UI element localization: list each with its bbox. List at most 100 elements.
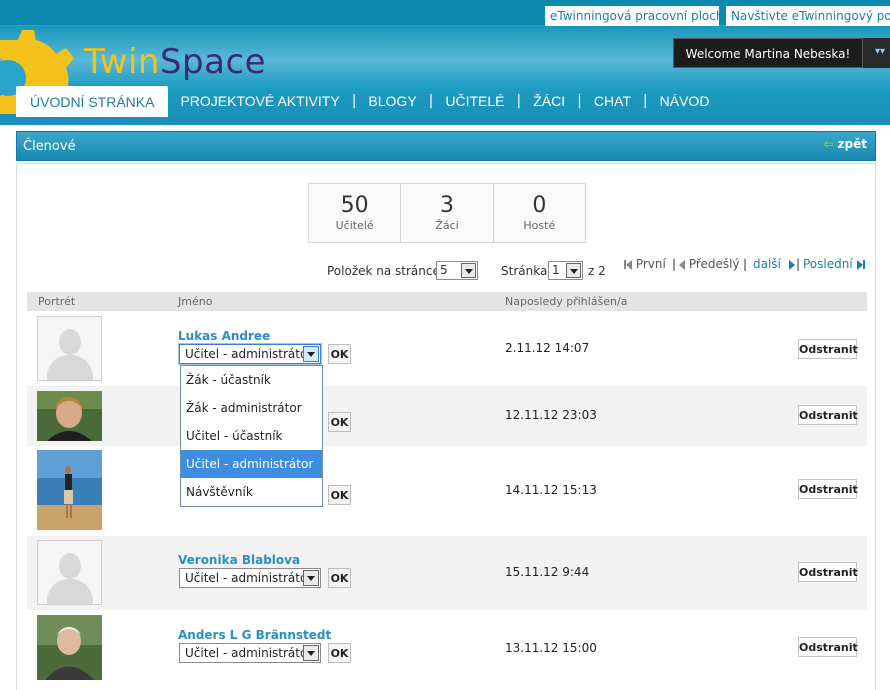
- panel-title: Členové: [23, 139, 76, 154]
- header: eTwinningová pracovní plocha Navštivte e…: [0, 0, 890, 125]
- stat-teachers-value: 50: [340, 193, 369, 218]
- per-page-value: 5: [440, 263, 448, 277]
- stat-guests-label: Hosté: [523, 219, 556, 232]
- col-name: Jméno: [178, 295, 213, 308]
- role-select[interactable]: Učitel - administrátor: [179, 643, 321, 663]
- table-row: Veronika Blablova Učitel - administrátor…: [27, 536, 867, 610]
- last-login: 12.11.12 23:03: [505, 408, 597, 422]
- per-page-label: Položek na stránce: [327, 264, 440, 278]
- remove-button[interactable]: Odstranit: [798, 562, 858, 582]
- beach-photo-icon: [37, 450, 102, 530]
- nav-blogs[interactable]: BLOGY: [356, 93, 428, 109]
- pager-next-label: další: [753, 257, 781, 271]
- pager-next[interactable]: další: [753, 257, 795, 271]
- chevron-down-icon: [461, 263, 476, 278]
- table-row: Lukas Andree Učitel - administrátor OK 2…: [27, 311, 867, 386]
- chevron-down-icon: [566, 263, 581, 278]
- pager-prev[interactable]: Předešlý: [679, 257, 740, 271]
- man-portrait-icon: [37, 615, 102, 680]
- back-arrow-icon: ⇦: [823, 137, 834, 151]
- right-triangle-icon: [788, 259, 795, 270]
- role-option-teacher-admin[interactable]: Učitel - administrátor: [181, 450, 322, 478]
- pager-last-label: Poslední: [803, 257, 853, 271]
- member-name[interactable]: Veronika Blablova: [178, 553, 300, 567]
- chevron-down-icon: [303, 570, 319, 586]
- role-select[interactable]: Učitel - administrátor: [179, 344, 321, 364]
- stat-teachers-label: Učitelé: [335, 219, 374, 232]
- members-panel-header: Členové ⇦ zpět: [16, 131, 876, 161]
- member-name[interactable]: Lukas Andree: [178, 329, 270, 343]
- portrait[interactable]: [37, 615, 102, 683]
- logo-space-text: Space: [159, 42, 267, 82]
- ok-button[interactable]: OK: [328, 568, 351, 588]
- stat-guests-value: 0: [532, 193, 547, 218]
- woman-portrait-icon: [37, 391, 102, 441]
- pager-prev-label: Předešlý: [688, 257, 740, 271]
- page-of-label: z 2: [588, 264, 606, 278]
- role-option-pupil-admin[interactable]: Žák - administrátor: [181, 394, 322, 422]
- col-last-login: Naposledy přihlášen/a: [505, 295, 628, 308]
- ok-button[interactable]: OK: [328, 643, 351, 663]
- page-select[interactable]: 1: [548, 261, 583, 280]
- role-value: Učitel - administrátor: [185, 571, 313, 585]
- chevron-down-icon: [303, 346, 319, 362]
- ok-button[interactable]: OK: [328, 485, 351, 505]
- nav-project-activities[interactable]: PROJEKTOVÉ AKTIVITY: [168, 93, 351, 109]
- chevron-down-icon: [303, 645, 319, 661]
- nav-home[interactable]: ÚVODNÍ STRÁNKA: [16, 85, 169, 117]
- welcome-user: Welcome Martina Nebeska!: [673, 38, 863, 68]
- col-portrait: Portrét: [38, 295, 76, 308]
- stat-pupils-label: Žáci: [435, 219, 459, 232]
- stat-pupils-value: 3: [439, 193, 454, 218]
- role-dropdown-list: Žák - účastník Žák - administrátor Učite…: [180, 365, 323, 507]
- etwinning-desktop-link[interactable]: eTwinningová pracovní plocha: [545, 6, 719, 26]
- ok-button[interactable]: OK: [328, 412, 351, 432]
- pager-first-label: První: [635, 257, 666, 271]
- avatar-placeholder-icon: [37, 540, 102, 605]
- remove-button[interactable]: Odstranit: [798, 479, 858, 499]
- portrait[interactable]: [37, 316, 102, 381]
- etwinning-portal-link[interactable]: Navštivte eTwinningový portál: [726, 6, 890, 26]
- pager-separator: |: [672, 257, 677, 271]
- nav-chat[interactable]: CHAT: [582, 93, 643, 109]
- left-triangle-icon: [679, 259, 685, 270]
- last-login: 2.11.12 14:07: [505, 341, 590, 355]
- back-link[interactable]: ⇦ zpět: [823, 137, 867, 151]
- stat-teachers[interactable]: 50 Učitelé: [309, 184, 402, 242]
- member-name[interactable]: Anders L G Brännstedt: [178, 628, 331, 642]
- portrait[interactable]: [37, 540, 102, 605]
- twinspace-logo[interactable]: TwinSpace: [84, 42, 266, 82]
- pager-last[interactable]: Poslední: [803, 257, 865, 271]
- stat-pupils[interactable]: 3 Žáci: [401, 184, 494, 242]
- last-page-icon: [862, 260, 865, 269]
- remove-button[interactable]: Odstranit: [798, 339, 858, 359]
- stat-guests[interactable]: 0 Hosté: [494, 184, 585, 242]
- last-login: 13.11.12 15:00: [505, 641, 597, 655]
- nav-pupils[interactable]: ŽÁCI: [521, 93, 577, 109]
- page-label: Stránka: [501, 264, 548, 278]
- table-row: OK 12.11.12 23:03 Odstranit: [27, 386, 867, 446]
- portrait[interactable]: [37, 450, 102, 533]
- left-triangle-icon: [626, 259, 632, 270]
- portrait[interactable]: [37, 391, 102, 444]
- user-menu-icon[interactable]: ▾▾: [863, 38, 890, 68]
- page-value: 1: [552, 263, 560, 277]
- role-option-teacher-participant[interactable]: Učitel - účastník: [181, 422, 322, 450]
- remove-button[interactable]: Odstranit: [798, 637, 858, 657]
- remove-button[interactable]: Odstranit: [798, 405, 858, 425]
- per-page-select[interactable]: 5: [436, 261, 478, 280]
- table-row: Anders L G Brännstedt Učitel - administr…: [27, 610, 867, 690]
- role-option-visitor[interactable]: Návštěvník: [181, 478, 322, 506]
- role-select[interactable]: Učitel - administrátor: [179, 568, 321, 588]
- back-label: zpět: [837, 137, 867, 151]
- nav-guide[interactable]: NÁVOD: [648, 93, 722, 109]
- role-value: Učitel - administrátor: [185, 347, 313, 361]
- avatar-placeholder-icon: [37, 316, 102, 381]
- members-table-header: Portrét Jméno Naposledy přihlášen/a: [27, 292, 867, 311]
- nav-teachers[interactable]: UČITELÉ: [433, 93, 516, 109]
- pager-separator: |: [743, 257, 748, 271]
- ok-button[interactable]: OK: [328, 344, 351, 364]
- pager-first[interactable]: První: [624, 257, 666, 271]
- table-row: OK 14.11.12 15:13 Odstranit: [27, 446, 867, 536]
- role-option-pupil-participant[interactable]: Žák - účastník: [181, 366, 322, 394]
